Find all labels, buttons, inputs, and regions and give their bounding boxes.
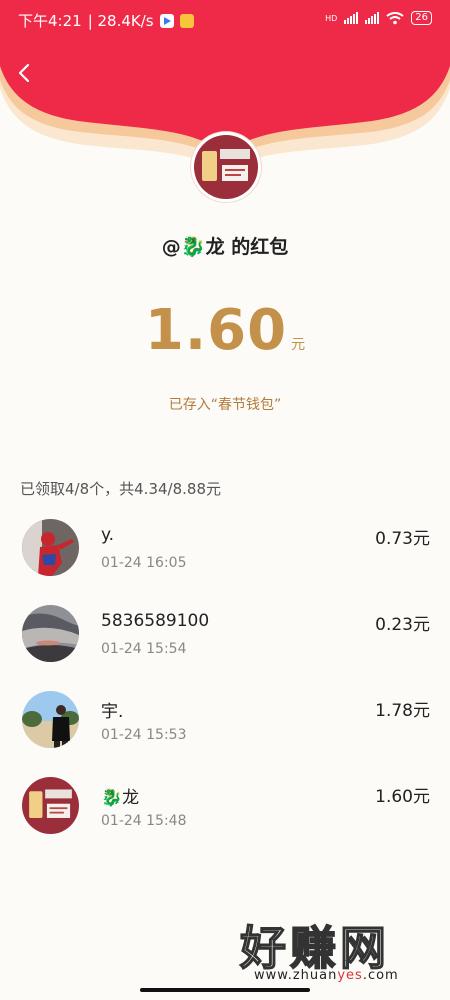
received-amount: 1.60 元 xyxy=(0,298,450,363)
watermark-domain-c: .com xyxy=(362,968,399,983)
recipient-amount: 0.73元 xyxy=(375,529,430,549)
video-app-icon xyxy=(159,13,174,28)
list-item[interactable]: 宇. 01-24 15:53 1.78元 xyxy=(0,686,450,772)
wifi-icon xyxy=(386,11,404,24)
recipient-name-text: 龙 xyxy=(122,788,140,808)
person-avatar xyxy=(22,691,79,748)
list-item[interactable]: y. 01-24 16:05 0.73元 xyxy=(0,514,450,600)
notes-app-icon xyxy=(179,13,194,28)
dragon-emoji-icon: 🐉 xyxy=(101,788,123,808)
recipient-amount: 1.78元 xyxy=(375,701,430,721)
recipient-name: y. xyxy=(101,525,115,545)
watermark-domain-a: www.zhuan xyxy=(254,968,338,983)
sign-avatar xyxy=(22,777,79,834)
spiderman-avatar xyxy=(22,519,79,576)
recipient-name: 5836589100 xyxy=(101,611,210,631)
recipient-amount: 1.60元 xyxy=(375,787,430,807)
status-time: 下午4:21 xyxy=(18,12,82,30)
recipient-time: 01-24 15:54 xyxy=(101,641,187,657)
deposit-link[interactable]: 已存入“春节钱包” xyxy=(0,394,450,414)
battery-indicator: 26 xyxy=(411,11,432,25)
sender-name: 龙 xyxy=(205,236,225,258)
signal-2-icon xyxy=(365,12,380,24)
recipient-time: 01-24 15:53 xyxy=(101,727,187,743)
recipient-name: 宇. xyxy=(101,702,124,722)
dragon-emoji-icon: 🐉 xyxy=(180,234,206,258)
watermark-logo: 好赚网 www.zhuanyes.com xyxy=(239,912,440,992)
watermark-domain: www.zhuanyes.com xyxy=(254,968,399,983)
amount-value: 1.60 xyxy=(144,298,288,363)
recipient-time: 01-24 15:48 xyxy=(101,813,187,829)
sender-avatar xyxy=(191,132,261,202)
watermark-domain-b: yes xyxy=(337,968,363,983)
list-item[interactable]: 5836589100 01-24 15:54 0.23元 xyxy=(0,600,450,686)
status-bar: 下午4:21 | 28.4K/s HD 26 xyxy=(0,0,450,40)
signal-icon xyxy=(344,12,359,24)
recipient-amount: 0.23元 xyxy=(375,615,430,635)
claim-summary: 已领取4/8个，共4.34/8.88元 xyxy=(20,480,221,498)
sign-avatar xyxy=(194,135,258,199)
amount-unit: 元 xyxy=(291,337,306,353)
chevron-left-icon[interactable] xyxy=(14,62,36,84)
sender-title: @🐉龙 的红包 xyxy=(0,232,450,259)
sky-avatar xyxy=(22,605,79,662)
hd-badge: HD xyxy=(325,13,338,23)
network-speed: | 28.4K/s xyxy=(87,11,154,30)
recipient-list: y. 01-24 16:05 0.73元 5836589100 01-24 15… xyxy=(0,514,450,858)
home-indicator[interactable] xyxy=(140,988,310,992)
list-item[interactable]: 🐉龙 01-24 15:48 1.60元 xyxy=(0,772,450,858)
recipient-time: 01-24 16:05 xyxy=(101,555,187,571)
at-sign: @ xyxy=(161,236,181,258)
recipient-name: 🐉龙 xyxy=(101,783,139,808)
sender-suffix: 的红包 xyxy=(224,236,289,258)
